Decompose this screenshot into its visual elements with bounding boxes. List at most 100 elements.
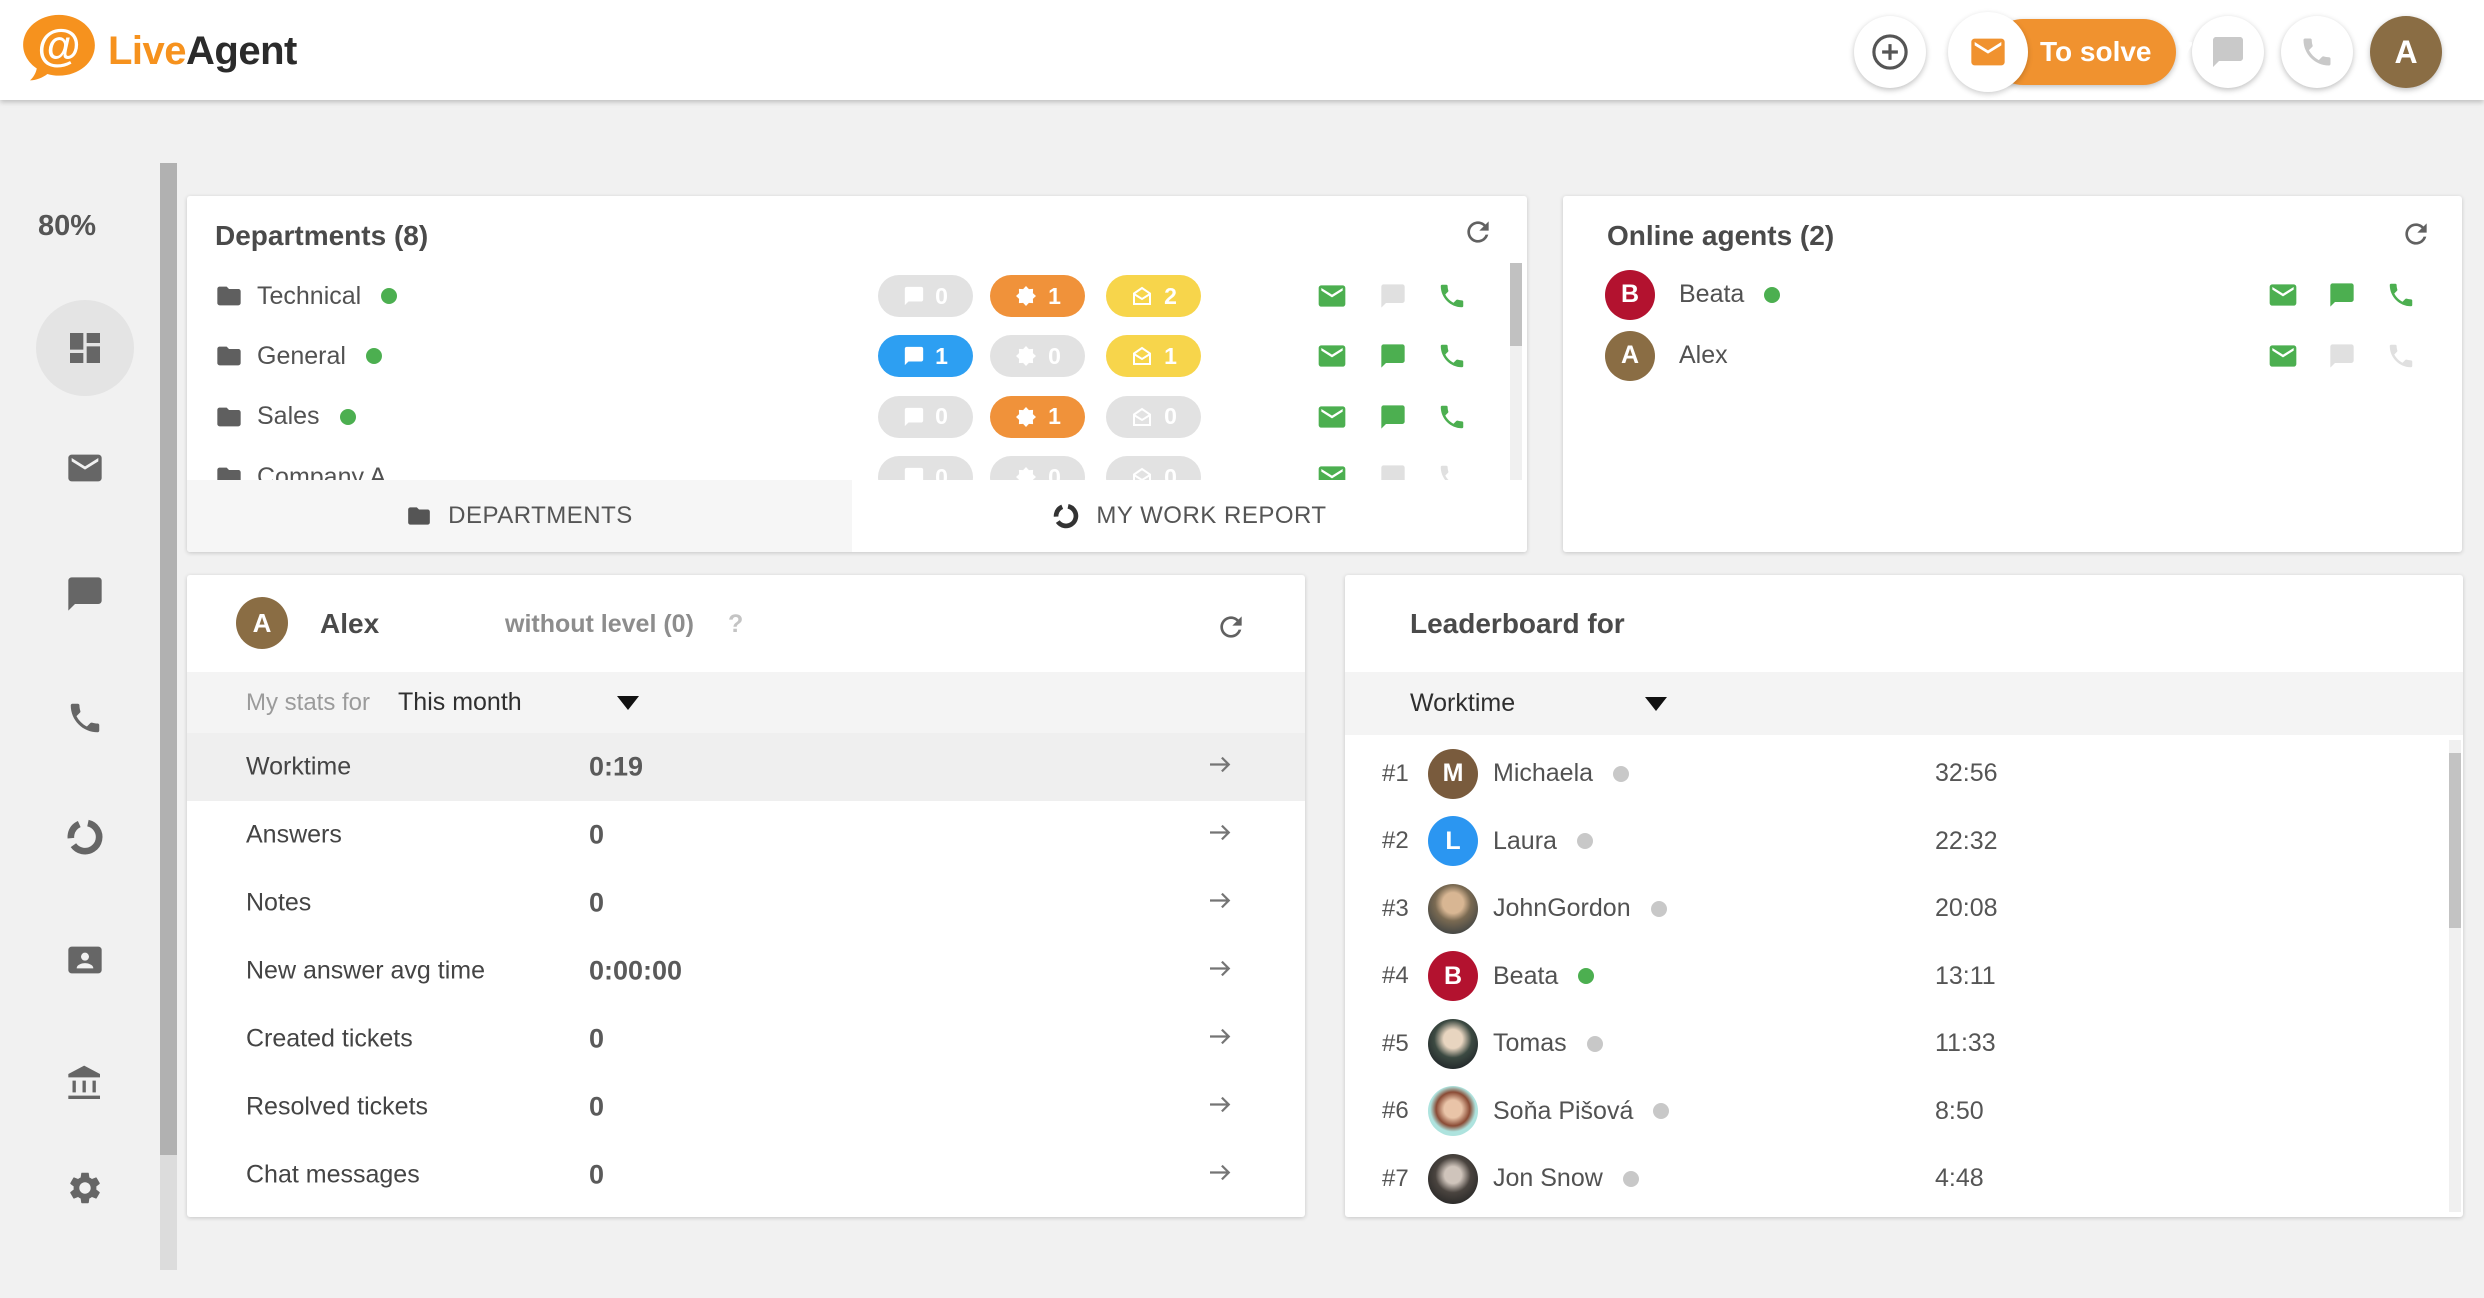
departments-scrollbar-track[interactable]	[1510, 263, 1522, 480]
leaderboard-row[interactable]: #6 Soňa Pišová 8:50	[1345, 1078, 2463, 1146]
leaderboard-scrollbar-thumb[interactable]	[2449, 753, 2461, 928]
sidebar-item-dashboard[interactable]	[63, 326, 107, 370]
chats-badge[interactable]: 1	[878, 335, 973, 377]
chat-button[interactable]	[2325, 278, 2359, 312]
call-button[interactable]	[1435, 460, 1469, 480]
tickets-badge[interactable]: 0	[990, 456, 1085, 480]
chats-header-button[interactable]	[2192, 16, 2264, 88]
arrow-right-icon[interactable]	[1205, 1022, 1235, 1057]
sidebar-item-calls[interactable]	[63, 696, 107, 740]
department-row[interactable]: Technical 0 1 2	[187, 266, 1527, 326]
sidebar-item-chats[interactable]	[63, 572, 107, 616]
mails-badge[interactable]: 1	[1106, 335, 1201, 377]
agent-name-text: Soňa Pišová	[1493, 1097, 1633, 1126]
sidebar-item-tickets[interactable]	[63, 446, 107, 490]
chat-button[interactable]	[1376, 339, 1410, 373]
calls-header-button[interactable]	[2281, 16, 2353, 88]
main-scrollbar-thumb[interactable]	[160, 163, 177, 1155]
leaderboard-row[interactable]: #5 Tomas 11:33	[1345, 1010, 2463, 1078]
call-button[interactable]	[2384, 278, 2418, 312]
tickets-badge[interactable]: 1	[990, 275, 1085, 317]
tab-my-work-report[interactable]: MY WORK REPORT	[852, 480, 1527, 552]
to-solve-mail-circle[interactable]	[1948, 12, 2028, 92]
mails-badge[interactable]: 2	[1106, 275, 1201, 317]
mail-icon	[1316, 461, 1348, 480]
sidebar-item-company[interactable]	[63, 1062, 107, 1106]
sidebar-item-reports[interactable]	[63, 815, 107, 859]
refresh-button[interactable]	[1462, 216, 1494, 253]
send-mail-button[interactable]	[1315, 279, 1349, 313]
chats-badge[interactable]: 0	[878, 275, 973, 317]
call-button[interactable]	[1435, 400, 1469, 434]
agent-name-text: Tomas	[1493, 1029, 1567, 1058]
stat-row[interactable]: Created tickets 0	[187, 1005, 1305, 1073]
stat-row[interactable]: Chat messages 0	[187, 1141, 1305, 1209]
tickets-count: 1	[1048, 403, 1061, 430]
main-scrollbar-track[interactable]	[160, 163, 177, 1270]
leaderboard-row[interactable]: #3 JohnGordon 20:08	[1345, 875, 2463, 943]
arrow-right-icon[interactable]	[1205, 750, 1235, 785]
to-solve-label-wrap[interactable]: To solve 7	[2040, 19, 2193, 85]
user-avatar[interactable]: A	[2370, 16, 2442, 88]
leaderboard-row[interactable]: #4 B Beata 13:11	[1345, 943, 2463, 1011]
mails-badge[interactable]: 0	[1106, 396, 1201, 438]
refresh-button[interactable]	[1215, 611, 1247, 648]
chevron-down-icon[interactable]	[617, 696, 639, 710]
stat-row[interactable]: Answers 0	[187, 801, 1305, 869]
help-question-mark[interactable]: ?	[728, 610, 743, 639]
agent-row[interactable]: B Beata	[1563, 264, 2462, 325]
online-agents-title: Online agents (2)	[1607, 220, 1834, 252]
leaderboard-row[interactable]: #2 L Laura 22:32	[1345, 808, 2463, 876]
departments-scrollbar-thumb[interactable]	[1510, 263, 1522, 346]
agent-avatar: B	[1605, 270, 1655, 320]
tickets-badge[interactable]: 1	[990, 396, 1085, 438]
department-row[interactable]: Company A 0 0 0	[187, 447, 1527, 480]
send-mail-button[interactable]	[1315, 400, 1349, 434]
tab-departments[interactable]: DEPARTMENTS	[187, 480, 852, 552]
call-button[interactable]	[1435, 339, 1469, 373]
call-button[interactable]	[1435, 279, 1469, 313]
leaderboard-row[interactable]: #7 Jon Snow 4:48	[1345, 1145, 2463, 1213]
department-row[interactable]: Sales 0 1 0	[187, 387, 1527, 447]
sidebar-item-settings[interactable]	[63, 1166, 107, 1210]
chat-button[interactable]	[1376, 400, 1410, 434]
send-mail-button[interactable]	[2266, 278, 2300, 312]
chat-button[interactable]	[1376, 460, 1410, 480]
add-new-button[interactable]	[1854, 16, 1926, 88]
sidebar-item-customers[interactable]	[63, 938, 107, 982]
chat-button[interactable]	[2325, 339, 2359, 373]
stat-row[interactable]: Worktime 0:19	[187, 733, 1305, 801]
department-row[interactable]: General 1 0 1	[187, 326, 1527, 386]
chevron-down-icon[interactable]	[1645, 697, 1667, 711]
chats-badge[interactable]: 0	[878, 396, 973, 438]
send-mail-button[interactable]	[1315, 339, 1349, 373]
period-dropdown-value[interactable]: This month	[398, 688, 522, 717]
stat-row[interactable]: Notes 0	[187, 869, 1305, 937]
arrow-right-icon[interactable]	[1205, 954, 1235, 989]
send-mail-button[interactable]	[1315, 460, 1349, 480]
mails-badge[interactable]: 0	[1106, 456, 1201, 480]
arrow-right-icon[interactable]	[1205, 1158, 1235, 1193]
stat-row[interactable]: New answer avg time 0:00:00	[187, 937, 1305, 1005]
stats-for-label: My stats for	[246, 689, 370, 717]
plus-circle-icon	[1869, 31, 1911, 73]
tickets-badge[interactable]: 0	[990, 335, 1085, 377]
refresh-button[interactable]	[2400, 218, 2432, 255]
leaderboard-scrollbar-track[interactable]	[2449, 740, 2461, 1212]
metric-dropdown-value[interactable]: Worktime	[1410, 689, 1515, 718]
liveagent-logo[interactable]: @ LiveAgent	[18, 8, 297, 95]
call-button[interactable]	[2384, 339, 2418, 373]
agent-row[interactable]: A Alex	[1563, 325, 2462, 386]
chat-button[interactable]	[1376, 279, 1410, 313]
arrow-right-icon[interactable]	[1205, 818, 1235, 853]
phone-icon	[1437, 281, 1467, 311]
leaderboard-row[interactable]: #1 M Michaela 32:56	[1345, 740, 2463, 808]
arrow-right-icon[interactable]	[1205, 886, 1235, 921]
rank-label: #3	[1382, 895, 1409, 923]
stat-row[interactable]: Resolved tickets 0	[187, 1073, 1305, 1141]
departments-panel: Departments (8) Technical 0 1 2 General	[187, 196, 1527, 552]
chats-badge[interactable]: 0	[878, 456, 973, 480]
arrow-right-icon[interactable]	[1205, 1090, 1235, 1125]
send-mail-button[interactable]	[2266, 339, 2300, 373]
rank-label: #4	[1382, 962, 1409, 990]
